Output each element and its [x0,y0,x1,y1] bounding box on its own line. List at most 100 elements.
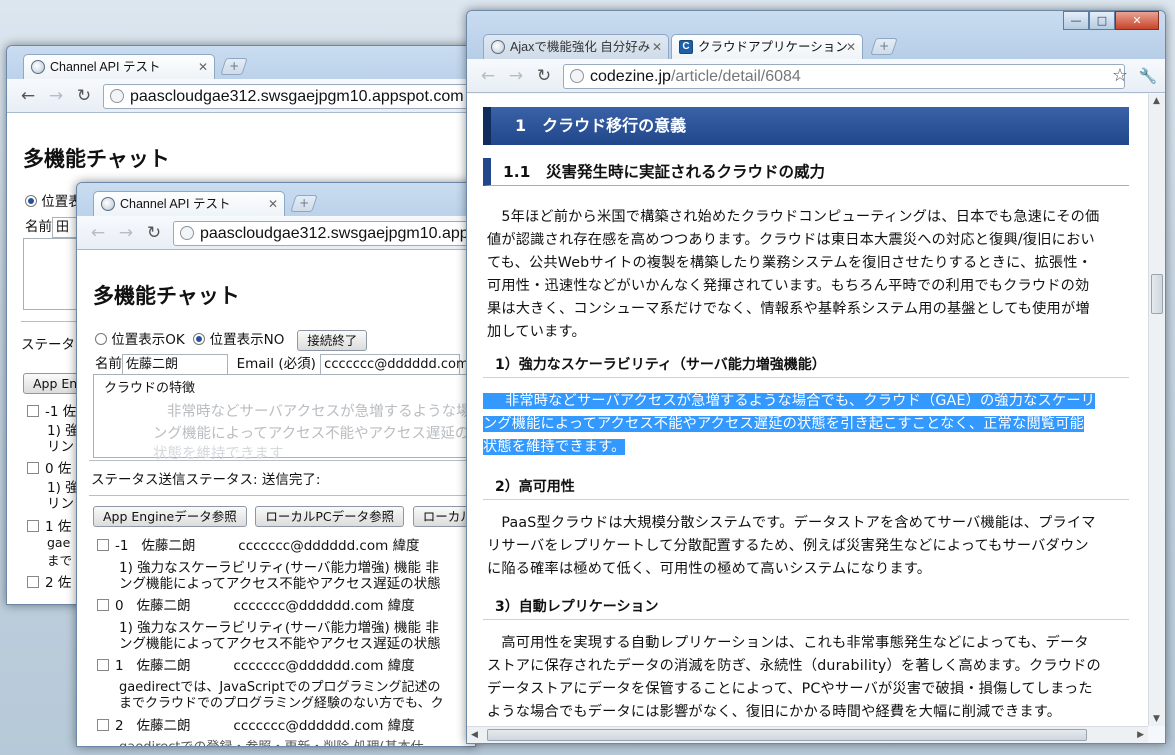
paragraph-line: リサーバをレプリケートして分散配置するため、例えば災害発生などによってもサーバダ… [487,538,1089,554]
radio-location-no[interactable] [193,333,206,345]
row-line: リン [47,496,74,512]
browser-window-front: — □ ✕ Ajaxで機能強化 自分好み ✕ C クラウドアプリケーション ✕ … [466,10,1166,744]
back-arrow-icon[interactable]: ← [87,222,109,244]
row-checkbox[interactable] [97,719,109,731]
row-name: 佐 [62,404,77,420]
row-checkbox[interactable] [97,539,109,551]
paragraph-line: ストアに保存されたデータの消滅を防ぎ、永続性（durability）を著しく高め… [487,658,1101,674]
tab-close-icon[interactable]: ✕ [652,35,662,60]
horizontal-scrollbar[interactable]: ◀ ▶ [467,726,1148,743]
row-line: gae [47,535,71,550]
row-email: ccccccc@dddddd.com [233,718,384,734]
address-bar[interactable]: paascloudgae312.swsgaejpgm10.appspot.com [103,84,473,109]
list-item: 0 佐 [27,457,71,477]
radio-location-ok-label: 位置表示OK [111,332,185,348]
scroll-left-icon[interactable]: ◀ [471,730,478,740]
maximize-icon[interactable]: □ [1089,11,1115,30]
row-tail: 緯度 [392,538,420,554]
row-checkbox[interactable] [97,659,109,671]
row-name: 佐藤二朗 [141,538,196,554]
row-tail: 緯度 [387,658,415,674]
row-checkbox[interactable] [97,599,109,611]
selected-text[interactable]: ング機能によってアクセス不能やアクセス遅延の状態を引き起こすことなく、正常な閲覧… [483,416,1085,432]
availability-paragraph: PaaS型クラウドは大規模分散システムです。データストアを含めてサーバ機能は、プ… [487,512,1129,581]
page-title: 多機能チャット [93,284,240,308]
status-text: ステータス送信ステータス: 送信完了: [91,472,321,488]
paragraph-line: に陥る確率は極めて低く、可用性の極めて高いシステムになります。 [487,561,932,577]
email-field[interactable]: ccccccc@dddddd.com [320,353,469,375]
scroll-right-icon[interactable]: ▶ [1137,730,1144,740]
app-engine-data-button[interactable]: App Engineデータ参照 [93,506,247,527]
disconnect-button[interactable]: 接続終了 [297,329,368,351]
scroll-thumb[interactable] [1151,274,1163,314]
page-icon [110,89,124,103]
back-arrow-icon[interactable]: ← [17,85,39,107]
scroll-up-icon[interactable]: ▲ [1153,96,1160,106]
radio-location-ok[interactable] [25,195,37,207]
divider [89,460,475,461]
radio-location-ok[interactable] [95,333,107,345]
forward-arrow-icon[interactable]: → [505,65,527,87]
forward-arrow-icon[interactable]: → [45,85,67,107]
name-field[interactable]: 佐藤二朗 [122,353,228,375]
tab-close-icon[interactable]: ✕ [268,192,278,217]
reload-icon[interactable]: ↻ [533,65,555,87]
row-checkbox[interactable] [27,576,39,588]
paragraph-line: 5年ほど前から米国で構築され始めたクラウドコンピューティングは、日本でも急速にそ… [487,209,1100,225]
reload-icon[interactable]: ↻ [73,85,95,107]
page-icon [180,226,194,240]
tab-channel-api[interactable]: Channel API テスト ✕ [23,54,215,80]
paragraph-line: ような場合でもデータには影響がなく、復旧にかかる時間や経費を大幅に削減できます。 [487,704,1062,720]
tab-close-icon[interactable]: ✕ [198,55,208,80]
vertical-scrollbar[interactable]: ▲ ▼ [1148,94,1165,726]
row-index: 2 [45,575,54,591]
subsection-heading: 1.1 災害発生時に実証されるクラウドの威力 [483,158,1129,186]
scroll-thumb[interactable] [487,729,1087,741]
close-window-icon[interactable]: ✕ [1115,11,1159,30]
button-row: App Engineデータ参照 ローカルPCデータ参照 ローカル [93,506,475,527]
tab-cloud-application[interactable]: C クラウドアプリケーション ✕ [671,34,863,60]
address-bar[interactable]: paascloudgae312.swsgaejpgm10.app [173,221,473,246]
point-heading: 1）強力なスケーラビリティ（サーバ能力増強機能） [483,352,1129,378]
forward-arrow-icon[interactable]: → [115,222,137,244]
tab-channel-api[interactable]: Channel API テスト ✕ [93,191,285,217]
email-label: Email (必須) [236,356,316,372]
row-line: リン [47,439,74,455]
paragraph-line: 可用性・迅速性などがいかんなく発揮されています。もちろん平時での利用でもクラウド… [487,278,1090,294]
page-favicon-icon [491,40,505,54]
divider [89,495,475,496]
row-line: ング機能によってアクセス不能やアクセス遅延の状態 [119,636,441,652]
local-pc-data-button[interactable]: ローカルPCデータ参照 [255,506,405,527]
tab-ajax[interactable]: Ajaxで機能強化 自分好み ✕ [483,34,669,60]
minimize-icon[interactable]: — [1063,11,1089,30]
back-arrow-icon[interactable]: ← [477,65,499,87]
paragraph-line: 果は大きく、コンシューマ系だけでなく、情報系や基幹系システム用の基盤としても使用… [487,301,1090,317]
list-item: 1 佐 [27,515,71,535]
list-item: 2 佐藤二朗 ccccccc@dddddd.com 緯度 [97,714,415,734]
tab-close-icon[interactable]: ✕ [846,35,856,60]
location-radio-row: 位置表示OK 位置表示NO 接続終了 [95,328,368,351]
row-checkbox[interactable] [27,405,39,417]
list-item: 0 佐藤二朗 ccccccc@dddddd.com 緯度 [97,594,415,614]
tab-title: Channel API テスト [50,60,161,74]
window-controls: — □ ✕ [1063,11,1159,31]
point-heading: 2）高可用性 [483,474,1129,500]
list-item: 2 佐 [27,571,71,591]
row-checkbox[interactable] [27,462,39,474]
row-tail: 緯度 [387,598,415,614]
wrench-icon[interactable]: 🔧 [1137,65,1159,87]
scroll-down-icon[interactable]: ▼ [1153,714,1160,724]
textarea-text: クラウドの特徴 [104,381,196,396]
reload-icon[interactable]: ↻ [143,222,165,244]
row-checkbox[interactable] [27,520,39,532]
bookmark-star-icon[interactable]: ☆ [1109,65,1131,87]
list-item: -1 佐 [27,400,76,420]
page-favicon-icon [101,197,115,211]
row-index: 0 [45,461,54,477]
row-index: -1 [45,404,59,420]
row-name: 佐 [57,519,72,535]
address-bar[interactable]: codezine.jp/article/detail/6084 [563,64,1125,89]
selected-text[interactable]: 非常時などサーバアクセスが急増するような場合でも、クラウド（GAE）の強力なスケ… [483,393,1096,409]
selected-text[interactable]: 状態を維持できます。 [483,439,626,455]
drag-ghost-text: ング機能によってアクセス不能やアクセス遅延の [153,426,470,442]
